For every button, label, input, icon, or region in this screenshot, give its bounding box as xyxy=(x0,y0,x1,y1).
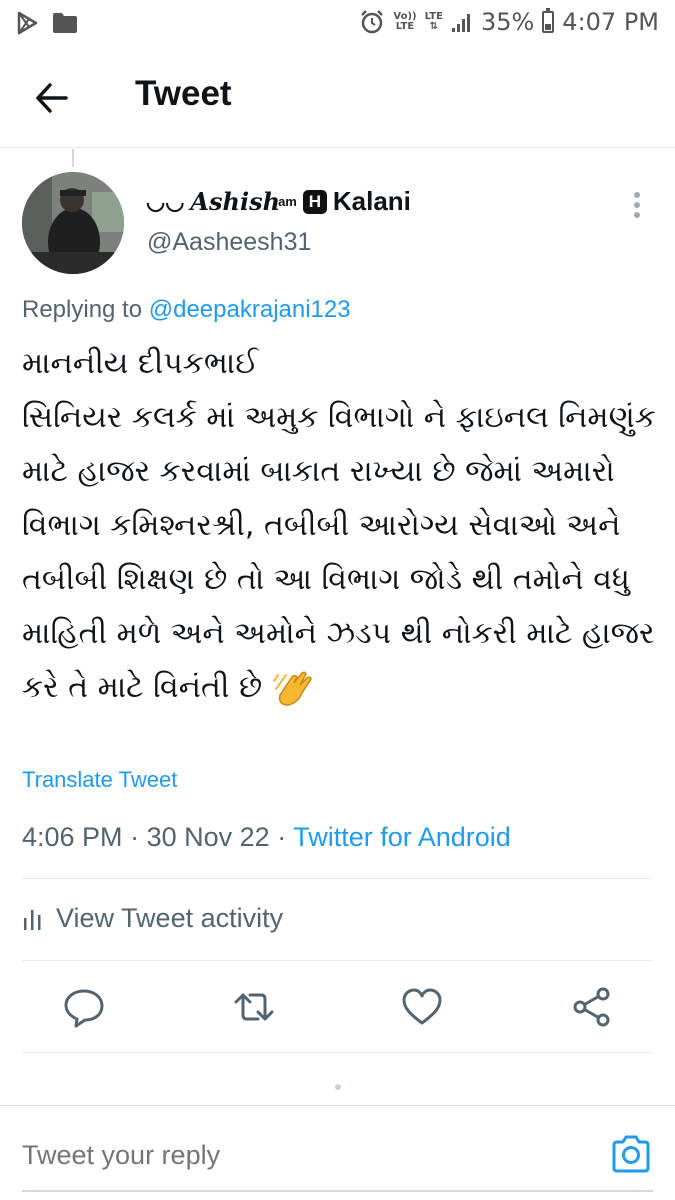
tweet-date: 30 Nov 22 xyxy=(146,822,270,852)
battery-percent: 35% xyxy=(480,8,535,36)
view-tweet-activity[interactable]: View Tweet activity xyxy=(22,903,283,934)
avatar[interactable] xyxy=(22,172,124,274)
reply-underline xyxy=(22,1190,653,1192)
tweet-text: માનનીય દીપકભાઈ સિનિયર કલર્ક માં અમુક વિભ… xyxy=(22,337,662,715)
translate-tweet-link[interactable]: Translate Tweet xyxy=(22,767,177,793)
author-display-name[interactable]: ◡◡ Ashish am H Kalani xyxy=(146,186,411,217)
more-options-icon[interactable] xyxy=(625,190,649,220)
back-arrow-icon[interactable] xyxy=(30,76,74,120)
author-handle[interactable]: @Aasheesh31 xyxy=(147,228,311,257)
tweet-source-link[interactable]: Twitter for Android xyxy=(293,822,511,852)
camera-icon[interactable] xyxy=(610,1134,652,1174)
play-icon xyxy=(17,11,38,35)
volte-indicator: Vo)) LTE xyxy=(393,11,417,32)
tweet-actions xyxy=(0,985,675,1031)
like-icon[interactable] xyxy=(400,985,444,1029)
name-superscript: am xyxy=(278,194,297,209)
divider xyxy=(22,960,653,961)
retweet-icon[interactable] xyxy=(232,985,276,1029)
activity-label: View Tweet activity xyxy=(56,903,284,933)
clock: 4:07 PM xyxy=(562,8,659,36)
tweet-meta: 4:06 PM · 30 Nov 22 · Twitter for Androi… xyxy=(22,822,511,853)
analytics-icon xyxy=(24,909,41,930)
replying-prefix: Replying to xyxy=(22,296,143,323)
reply-input[interactable] xyxy=(22,1140,542,1171)
tweet-text-content: માનનીય દીપકભાઈ સિનિયર કલર્ક માં અમુક વિભ… xyxy=(22,346,656,705)
loading-dot xyxy=(335,1084,341,1090)
battery-icon xyxy=(542,8,555,33)
lte-indicator: LTE ⇅ xyxy=(424,11,443,32)
clapping-hands-icon xyxy=(272,670,312,706)
top-app-bar: Tweet xyxy=(0,48,675,148)
name-logo: ◡◡ xyxy=(146,188,185,214)
thread-connector xyxy=(72,149,74,167)
name-logo-text: Ashish xyxy=(190,187,281,216)
status-bar: Vo)) LTE LTE ⇅ 35% 4:07 PM xyxy=(0,0,675,48)
divider xyxy=(22,1052,653,1053)
meta-separator: · xyxy=(277,822,294,852)
reply-icon[interactable] xyxy=(62,985,106,1029)
mention-link[interactable]: @deepakrajani123 xyxy=(149,296,351,323)
replying-to: Replying to @deepakrajani123 xyxy=(22,296,351,324)
reply-bar xyxy=(0,1105,675,1200)
page-title: Tweet xyxy=(135,74,232,113)
h-badge: H xyxy=(302,189,327,214)
signal-icon xyxy=(451,14,470,32)
alarm-icon xyxy=(361,10,384,34)
divider xyxy=(22,878,653,879)
share-icon[interactable] xyxy=(570,985,614,1029)
meta-separator: · xyxy=(130,822,147,852)
tweet-time: 4:06 PM xyxy=(22,822,123,852)
folder-icon xyxy=(53,13,77,33)
name-last: Kalani xyxy=(332,186,411,216)
